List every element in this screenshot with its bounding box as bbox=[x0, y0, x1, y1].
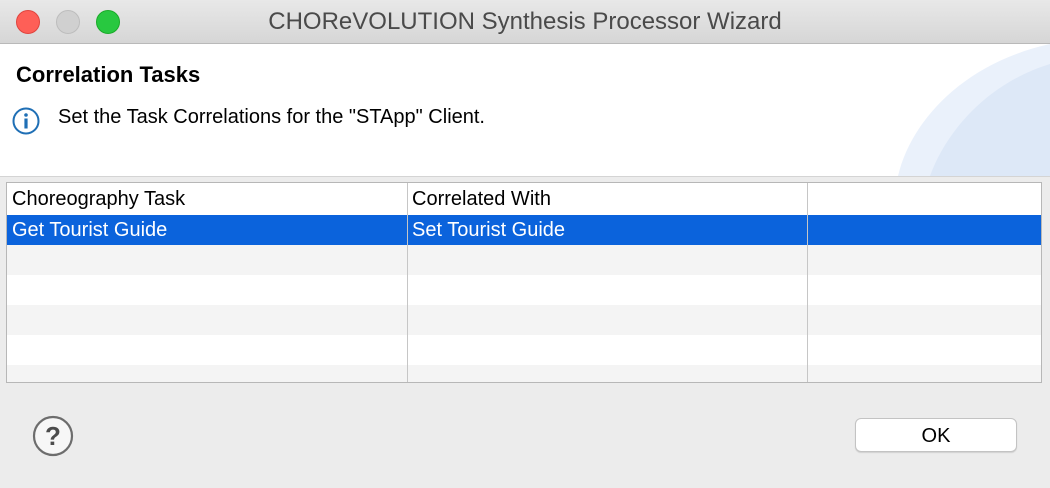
correlation-table[interactable]: Choreography Task Correlated With Get To… bbox=[6, 182, 1042, 383]
window-title: CHOReVOLUTION Synthesis Processor Wizard bbox=[268, 8, 782, 35]
column-header-empty[interactable] bbox=[807, 183, 1041, 215]
empty-row bbox=[7, 305, 1041, 335]
correlated-with-cell[interactable]: Set Tourist Guide bbox=[407, 215, 807, 245]
column-header-correlated-with[interactable]: Correlated With bbox=[407, 183, 807, 215]
info-icon bbox=[12, 107, 40, 135]
page-title: Correlation Tasks bbox=[16, 62, 201, 87]
table-header: Choreography Task Correlated With bbox=[7, 183, 1041, 215]
svg-text:?: ? bbox=[45, 421, 61, 451]
header-divider bbox=[0, 176, 1050, 177]
wizard-message: Set the Task Correlations for the "STApp… bbox=[58, 106, 485, 128]
banner-decoration-icon bbox=[898, 44, 1050, 176]
column-header-choreography-task[interactable]: Choreography Task bbox=[7, 183, 407, 215]
empty-row bbox=[7, 275, 1041, 305]
table-row[interactable]: Get Tourist Guide Set Tourist Guide bbox=[7, 215, 1041, 245]
title-bar: CHOReVOLUTION Synthesis Processor Wizard bbox=[0, 0, 1050, 44]
empty-row bbox=[7, 365, 1041, 382]
task-cell[interactable]: Get Tourist Guide bbox=[7, 215, 407, 245]
empty-row bbox=[7, 335, 1041, 365]
column-divider[interactable] bbox=[407, 183, 408, 382]
help-icon[interactable]: ? bbox=[32, 415, 74, 457]
empty-row bbox=[7, 245, 1041, 275]
column-divider[interactable] bbox=[807, 183, 808, 382]
wizard-header: Correlation Tasks Set the Task Correlati… bbox=[0, 44, 1050, 176]
ok-button[interactable]: OK bbox=[855, 418, 1017, 452]
